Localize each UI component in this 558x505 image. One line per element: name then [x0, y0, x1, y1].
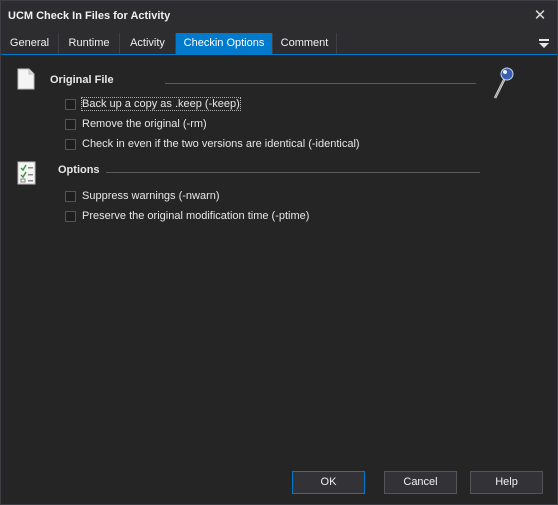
checkbox-label: Back up a copy as .keep (-keep) — [81, 97, 241, 111]
tab-runtime[interactable]: Runtime — [59, 33, 120, 54]
window-title: UCM Check In Files for Activity — [8, 10, 171, 22]
section-title-options: Options — [58, 164, 100, 176]
checkbox-box[interactable] — [65, 210, 76, 222]
tab-overflow-menu-icon[interactable] — [537, 35, 551, 51]
checkbox-box[interactable] — [65, 98, 76, 110]
checkbox-label: Suppress warnings (-nwarn) — [82, 190, 220, 202]
ok-button[interactable]: OK — [292, 471, 365, 494]
identical-checkbox[interactable]: Check in even if the two versions are id… — [65, 136, 360, 152]
section-title-original-file: Original File — [50, 74, 114, 86]
cancel-button[interactable]: Cancel — [384, 471, 457, 494]
tab-activity[interactable]: Activity — [120, 33, 176, 54]
checkbox-box[interactable] — [65, 118, 76, 130]
checkbox-label: Preserve the original modification time … — [82, 210, 310, 222]
close-icon[interactable]: ✕ — [529, 6, 551, 26]
checkin-options-panel: Original File Back up a copy as .keep (-… — [2, 55, 556, 465]
dialog-window: UCM Check In Files for Activity ✕ Genera… — [0, 0, 558, 505]
wizard-wand-icon — [491, 66, 515, 103]
title-bar: UCM Check In Files for Activity ✕ — [1, 1, 557, 32]
checkbox-label: Check in even if the two versions are id… — [82, 138, 360, 150]
backup-keep-checkbox[interactable]: Back up a copy as .keep (-keep) — [65, 96, 241, 112]
section-divider — [165, 83, 476, 84]
suppress-warnings-checkbox[interactable]: Suppress warnings (-nwarn) — [65, 188, 220, 204]
help-button[interactable]: Help — [470, 471, 543, 494]
document-icon — [17, 68, 35, 93]
checkbox-box[interactable] — [65, 190, 76, 202]
tab-bar: General Runtime Activity Checkin Options… — [1, 32, 557, 55]
checklist-icon — [17, 161, 37, 188]
tab-checkin-options[interactable]: Checkin Options — [176, 33, 273, 54]
remove-original-checkbox[interactable]: Remove the original (-rm) — [65, 116, 207, 132]
section-divider — [106, 172, 480, 173]
preserve-time-checkbox[interactable]: Preserve the original modification time … — [65, 208, 309, 224]
checkbox-box[interactable] — [65, 138, 76, 150]
checkbox-label: Remove the original (-rm) — [82, 118, 207, 130]
tab-comment[interactable]: Comment — [273, 33, 337, 54]
tab-general[interactable]: General — [1, 33, 59, 54]
